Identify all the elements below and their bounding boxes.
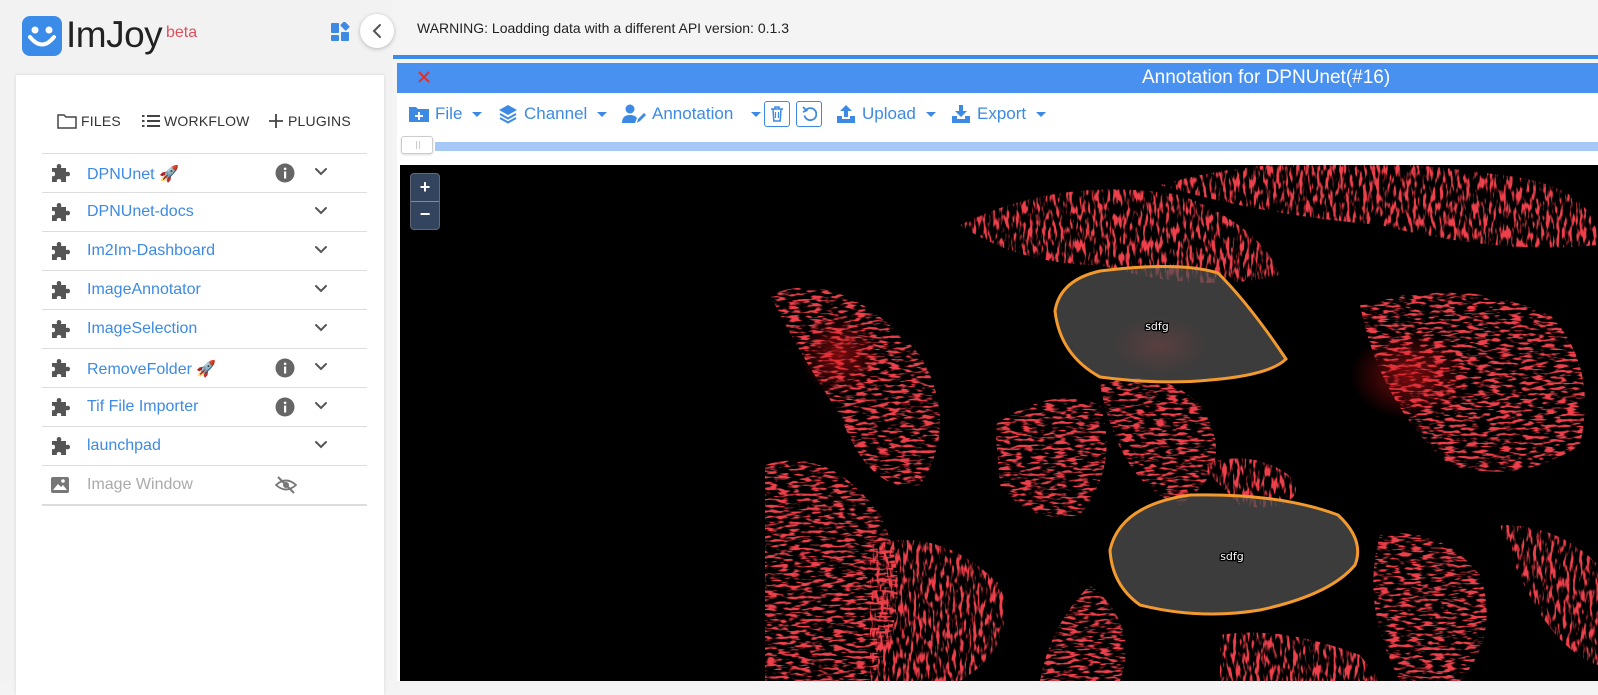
- annotation-label: sdfg: [1145, 320, 1169, 333]
- plugin-name[interactable]: launchpad: [87, 437, 161, 455]
- caret-down-icon: [1036, 111, 1047, 117]
- plugin-row[interactable]: Tif File Importer: [42, 388, 367, 427]
- plugin-row[interactable]: launchpad: [42, 427, 367, 466]
- zoom-out-button[interactable]: −: [411, 201, 439, 228]
- zoom-in-button[interactable]: +: [411, 174, 439, 202]
- warning-message: WARNING: Loadding data with a different …: [417, 20, 789, 36]
- channel-menu-label: Channel: [524, 104, 588, 123]
- chevron-down-icon[interactable]: [314, 360, 328, 374]
- info-icon[interactable]: [275, 397, 295, 417]
- delete-annotation-button[interactable]: [764, 101, 790, 127]
- image-viewer[interactable]: sdfg sdfg + −: [400, 165, 1598, 681]
- puzzle-icon: [52, 281, 70, 299]
- microscopy-image: sdfg sdfg: [765, 165, 1598, 681]
- puzzle-icon: [52, 203, 70, 221]
- plus-icon: [269, 114, 283, 128]
- image-icon: [51, 477, 69, 493]
- close-icon[interactable]: [417, 70, 431, 84]
- download-icon: [952, 105, 970, 123]
- chevron-down-icon[interactable]: [314, 438, 328, 452]
- plugin-list: DPNUnet 🚀 DPNUnet-docs Im2Im-Dashboard Imag…: [42, 153, 367, 506]
- beta-badge: beta: [166, 24, 198, 41]
- puzzle-icon: [52, 242, 70, 260]
- upload-icon: [837, 105, 855, 123]
- workspace-divider: [393, 55, 1598, 59]
- puzzle-icon: [52, 320, 70, 338]
- tab-workflow-label: WORKFLOW: [164, 113, 250, 129]
- tab-plugins-label: PLUGINS: [288, 113, 351, 129]
- user-edit-icon: [622, 104, 646, 123]
- plugin-row[interactable]: DPNUnet-docs: [42, 193, 367, 232]
- smiley-logo-icon: [22, 16, 62, 56]
- annotation-toolbar: File Channel Annotation Upload Export: [397, 93, 1598, 135]
- export-menu-label: Export: [977, 104, 1027, 123]
- chevron-down-icon[interactable]: [314, 399, 328, 413]
- plugin-panel: FILES WORKFLOW PLUGINS DPNUnet 🚀 DPNUnet-…: [16, 75, 384, 695]
- chevron-down-icon[interactable]: [314, 165, 328, 179]
- channel-slider-track[interactable]: [435, 142, 1598, 151]
- plugin-name[interactable]: RemoveFolder 🚀: [87, 359, 216, 379]
- plugin-row[interactable]: RemoveFolder 🚀: [42, 349, 367, 388]
- upload-menu-label: Upload: [862, 104, 916, 123]
- upload-menu-button[interactable]: Upload: [836, 103, 936, 125]
- window-title-bar[interactable]: Annotation for DPNUnet(#16): [397, 63, 1598, 93]
- chevron-down-icon[interactable]: [314, 243, 328, 257]
- sidebar: ImJoy beta FILES WORKFLOW PLUGINS DPNUne…: [0, 0, 394, 695]
- annotation-menu-button[interactable]: Annotation: [622, 103, 762, 125]
- plugin-name[interactable]: ImageSelection: [87, 320, 197, 338]
- plugin-name[interactable]: DPNUnet 🚀: [87, 164, 179, 184]
- collapse-sidebar-button[interactable]: [360, 14, 394, 48]
- plugin-name[interactable]: ImageAnnotator: [87, 281, 201, 299]
- channel-menu-button[interactable]: Channel: [498, 103, 608, 125]
- info-icon[interactable]: [275, 358, 295, 378]
- folder-plus-icon: [409, 107, 429, 122]
- plugin-row[interactable]: ImageSelection: [42, 310, 367, 349]
- annotation-polygon[interactable]: sdfg: [1108, 493, 1360, 616]
- plugin-row[interactable]: Im2Im-Dashboard: [42, 232, 367, 271]
- chevron-down-icon[interactable]: [314, 204, 328, 218]
- caret-down-icon: [751, 111, 762, 117]
- plugin-row[interactable]: Image Window: [42, 466, 367, 506]
- chevron-down-icon[interactable]: [314, 282, 328, 296]
- layers-icon: [499, 105, 517, 124]
- undo-icon: [802, 106, 817, 122]
- puzzle-icon: [52, 359, 70, 377]
- file-menu-button[interactable]: File: [409, 103, 483, 125]
- annotation-label: sdfg: [1220, 550, 1244, 563]
- plugin-row[interactable]: ImageAnnotator: [42, 271, 367, 310]
- tab-files[interactable]: FILES: [57, 110, 121, 132]
- app-name: ImJoy: [66, 14, 163, 55]
- puzzle-icon: [52, 437, 70, 455]
- annotation-menu-label: Annotation: [652, 104, 734, 123]
- zoom-control: + −: [410, 173, 440, 230]
- folder-icon: [57, 114, 77, 129]
- chevron-left-icon: [372, 24, 381, 38]
- eye-off-icon[interactable]: [275, 475, 297, 495]
- plugin-name[interactable]: DPNUnet-docs: [87, 203, 194, 221]
- tab-files-label: FILES: [81, 113, 121, 129]
- file-menu-label: File: [435, 104, 463, 123]
- tab-workflow[interactable]: WORKFLOW: [142, 110, 250, 132]
- undo-button[interactable]: [796, 101, 822, 127]
- chevron-down-icon[interactable]: [314, 321, 328, 335]
- plugin-row[interactable]: DPNUnet 🚀: [42, 154, 367, 193]
- plugin-name[interactable]: Image Window: [87, 476, 193, 494]
- caret-down-icon: [597, 111, 608, 117]
- caret-down-icon: [472, 111, 483, 117]
- dashboard-icon[interactable]: [330, 21, 350, 42]
- puzzle-icon: [52, 398, 70, 416]
- trash-icon: [771, 106, 783, 122]
- list-icon: [142, 115, 160, 127]
- plugin-name[interactable]: Im2Im-Dashboard: [87, 242, 215, 260]
- annotation-window: Annotation for DPNUnet(#16) File Channel: [397, 63, 1598, 681]
- plugin-name[interactable]: Tif File Importer: [87, 398, 198, 416]
- caret-down-icon: [925, 111, 936, 117]
- channel-slider-handle[interactable]: [401, 136, 433, 154]
- annotation-polygon[interactable]: sdfg: [1053, 264, 1288, 384]
- info-icon[interactable]: [275, 163, 295, 183]
- puzzle-icon: [52, 164, 70, 182]
- tab-plugins[interactable]: PLUGINS: [268, 110, 351, 132]
- export-menu-button[interactable]: Export: [951, 103, 1047, 125]
- window-title: Annotation for DPNUnet(#16): [1142, 67, 1391, 88]
